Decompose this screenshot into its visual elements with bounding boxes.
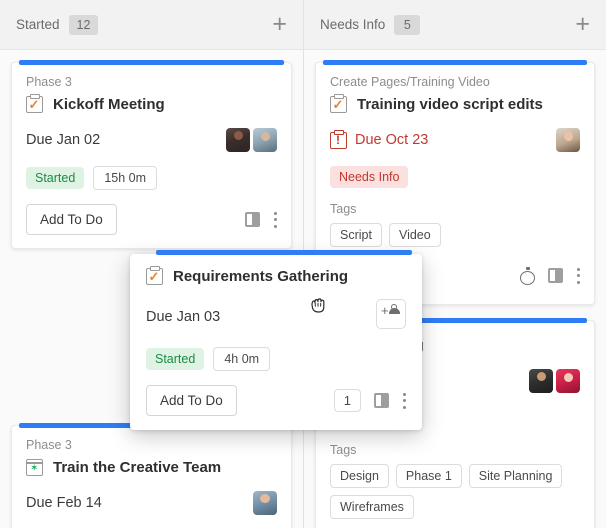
column-header-started: Started 12 +: [0, 0, 303, 50]
card-kickoff-meeting[interactable]: Phase 3 Kickoff Meeting Due Jan 02 Start: [11, 62, 292, 249]
card-footer-icons: [520, 268, 580, 284]
card-footer-icons: 1: [334, 389, 406, 412]
card-badge-row: Needs Info: [330, 166, 580, 188]
tag-item[interactable]: Phase 1: [396, 464, 462, 488]
tag-item[interactable]: Video: [389, 223, 441, 247]
clipboard-star-icon: [26, 459, 43, 476]
status-badge[interactable]: Started: [146, 348, 204, 370]
avatar[interactable]: [253, 491, 277, 515]
card-title-row: Train the Creative Team: [26, 459, 277, 476]
tag-list: Script Video: [330, 223, 580, 247]
card-badge-row: Started 4h 0m: [146, 347, 406, 371]
card-due-row: Due Jan 03: [146, 299, 406, 334]
assignee-avatars: [556, 128, 580, 152]
card-due-row: Due Feb 14: [26, 490, 277, 516]
column-header-needs-info: Needs Info 5 +: [304, 0, 606, 50]
split-panel-icon[interactable]: [548, 268, 563, 283]
card-train-creative-team[interactable]: Phase 3 Train the Creative Team Due Feb …: [11, 425, 292, 528]
drop-indicator-bar: [19, 60, 284, 65]
clipboard-alert-icon: [330, 132, 347, 149]
add-person-icon[interactable]: [376, 299, 406, 329]
split-panel-icon[interactable]: [374, 393, 389, 408]
card-footer: Add To Do 1: [146, 385, 406, 416]
more-menu-icon[interactable]: [402, 393, 406, 409]
column-count-badge: 12: [69, 15, 99, 35]
clipboard-check-icon: [146, 268, 163, 285]
time-estimate-chip[interactable]: 4h 0m: [213, 347, 270, 371]
avatar[interactable]: [226, 128, 250, 152]
avatar[interactable]: [253, 128, 277, 152]
timer-icon[interactable]: [520, 268, 535, 283]
card-title-row: Kickoff Meeting: [26, 96, 277, 113]
due-date-text: Due Jan 03: [146, 309, 220, 325]
card-title: Train the Creative Team: [53, 459, 221, 476]
add-card-icon[interactable]: +: [272, 12, 287, 37]
status-badge[interactable]: Needs Info: [330, 166, 408, 188]
subtask-count-pill[interactable]: 1: [334, 389, 361, 412]
tags-label: Tags: [330, 202, 580, 216]
card-parent-label: Phase 3: [26, 75, 277, 89]
card-wrapper: Phase 3 Kickoff Meeting Due Jan 02 Start: [11, 60, 292, 249]
assignee-avatars: [226, 128, 277, 152]
tag-item[interactable]: Design: [330, 464, 389, 488]
card-due-row: Due Oct 23: [330, 127, 580, 153]
avatar[interactable]: [529, 369, 553, 393]
split-panel-icon[interactable]: [245, 212, 260, 227]
add-todo-button[interactable]: Add To Do: [146, 385, 237, 416]
person-head-icon: [391, 304, 397, 310]
more-menu-icon[interactable]: [273, 212, 277, 228]
due-date-text: Due Jan 02: [26, 132, 100, 148]
more-menu-icon[interactable]: [576, 268, 580, 284]
grabbing-hand-cursor: [308, 296, 328, 316]
add-card-icon[interactable]: +: [575, 12, 590, 37]
assignee-avatars: [529, 369, 580, 393]
avatar[interactable]: [556, 128, 580, 152]
card-badge-row: Started 15h 0m: [26, 166, 277, 190]
card-parent-label: Phase 3: [26, 438, 277, 452]
card-title-row: Requirements Gathering: [146, 268, 406, 285]
tags-label: Tags: [330, 443, 580, 457]
card-title: Kickoff Meeting: [53, 96, 165, 113]
assignee-avatars: [253, 491, 277, 515]
due-date-text: Due Feb 14: [26, 495, 102, 511]
status-badge[interactable]: Started: [26, 167, 84, 189]
tag-item[interactable]: Wireframes: [330, 495, 414, 519]
add-todo-button[interactable]: Add To Do: [26, 204, 117, 235]
dragged-card-requirements-gathering[interactable]: Requirements Gathering Due Jan 03 Starte…: [130, 254, 422, 430]
card-title: Requirements Gathering: [173, 268, 348, 285]
card-footer: Add To Do: [26, 204, 277, 235]
tag-list: Design Phase 1 Site Planning Wireframes: [330, 464, 580, 519]
time-estimate-chip[interactable]: 15h 0m: [93, 166, 157, 190]
card-due-row: Due Jan 02: [26, 127, 277, 153]
drop-indicator-bar: [156, 250, 412, 255]
card-parent-label: Create Pages/Training Video: [330, 75, 580, 89]
card-footer-icons: [245, 212, 277, 228]
tag-item[interactable]: Script: [330, 223, 382, 247]
column-title: Needs Info: [320, 17, 385, 32]
overdue-alert-icon-wrap: [330, 132, 347, 149]
card-title-row: Training video script edits: [330, 96, 580, 113]
card-title: Training video script edits: [357, 96, 543, 113]
drop-indicator-bar: [323, 60, 587, 65]
column-count-badge: 5: [394, 15, 420, 35]
clipboard-check-icon: [26, 96, 43, 113]
add-person-button-wrap: [376, 299, 406, 334]
kanban-board: Started 12 + Phase 3 Kickoff Meeting Due…: [0, 0, 606, 528]
due-date-text: Due Oct 23: [355, 132, 428, 148]
avatar[interactable]: [556, 369, 580, 393]
clipboard-check-icon: [330, 96, 347, 113]
card-wrapper: Phase 3 Train the Creative Team Due Feb …: [11, 423, 292, 528]
tag-item[interactable]: Site Planning: [469, 464, 563, 488]
column-title: Started: [16, 17, 60, 32]
